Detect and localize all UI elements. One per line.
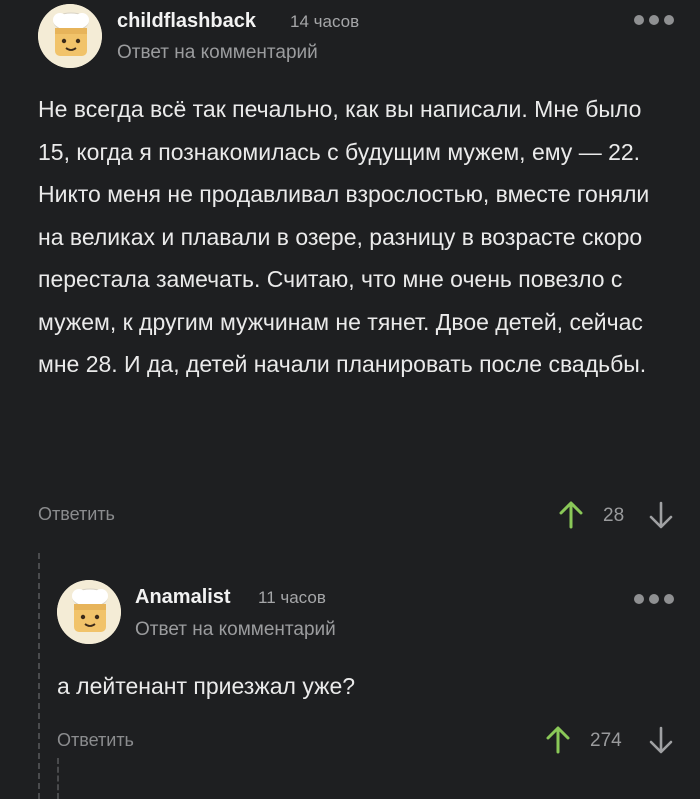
arrow-up-icon[interactable] [545,725,571,755]
reply-button[interactable]: Ответить [38,504,115,525]
chef-avatar-icon[interactable] [57,580,121,644]
arrow-up-icon[interactable] [558,500,584,530]
reply-to-link[interactable]: Ответ на комментарий [117,42,318,64]
comment: childflashback 14 часов Ответ на коммент… [0,0,700,540]
more-dots-icon[interactable] [634,14,674,26]
timestamp: 11 часов [258,588,326,607]
chef-avatar-icon[interactable] [38,4,102,68]
timestamp: 14 часов [290,12,360,31]
arrow-down-icon[interactable] [648,500,674,530]
score: 28 [603,505,625,526]
more-dots-icon[interactable] [634,593,674,605]
arrow-down-icon[interactable] [648,725,674,755]
comment: Anamalist 11 часов Ответ на комментарий … [0,570,700,799]
comment-body: а лейтенант приезжал уже? [57,673,356,699]
reply-button[interactable]: Ответить [57,730,134,751]
comment-body: Не всегда всё так печально, как вы напис… [38,96,650,377]
username[interactable]: Anamalist [135,586,231,609]
username[interactable]: childflashback [117,10,256,33]
reply-to-link[interactable]: Ответ на комментарий [135,619,336,641]
score: 274 [590,730,622,751]
